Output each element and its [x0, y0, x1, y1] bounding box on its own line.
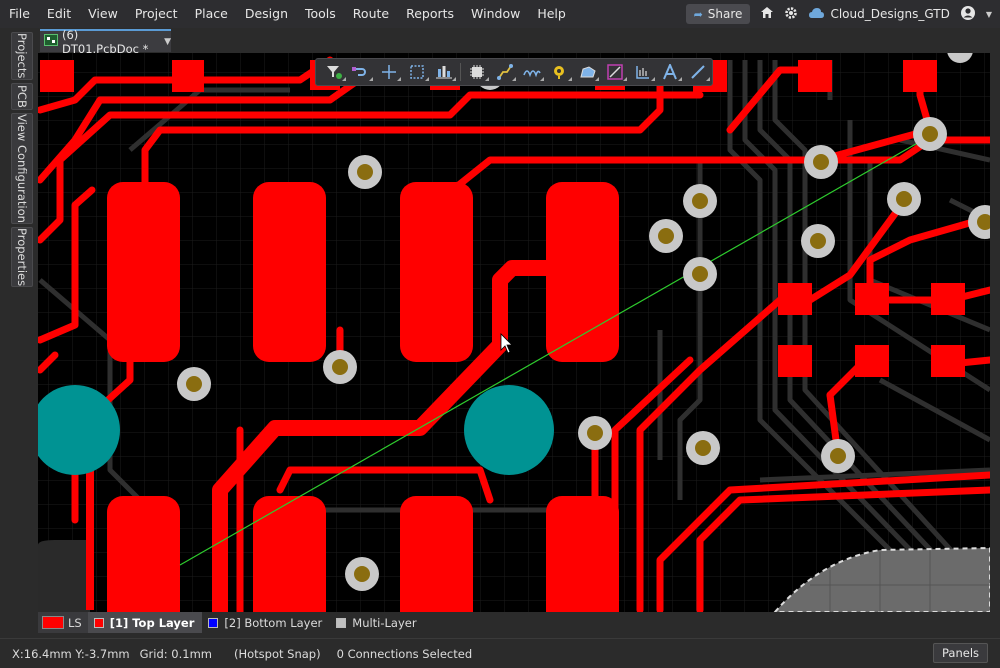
layer-tab-multilayer[interactable]: Multi-Layer [330, 612, 424, 633]
document-tab-strip [38, 28, 1000, 53]
share-button[interactable]: ➦ Share [685, 4, 751, 24]
menu-route[interactable]: Route [344, 0, 397, 28]
menu-help[interactable]: Help [528, 0, 574, 28]
bottom-layer-color-icon [208, 617, 219, 628]
pcb-canvas[interactable] [38, 53, 990, 612]
line-icon[interactable] [684, 60, 712, 84]
menu-edit[interactable]: Edit [38, 0, 79, 28]
polygon-icon[interactable] [574, 60, 602, 84]
mounting-hole [464, 385, 554, 475]
cloud-icon [808, 7, 825, 22]
diff-pair-icon[interactable] [518, 60, 546, 84]
interactive-route-icon[interactable] [348, 60, 376, 84]
workspace-selector[interactable]: Cloud_Designs_GTD [808, 7, 950, 22]
current-layer-swatch [42, 616, 64, 629]
layer-tab-top[interactable]: [1] Top Layer [87, 612, 203, 633]
layer-tab-multilayer-label: Multi-Layer [352, 615, 417, 630]
share-icon: ➦ [693, 7, 703, 21]
workspace-name: Cloud_Designs_GTD [830, 7, 950, 21]
side-tab-properties[interactable]: Properties [11, 227, 33, 287]
status-bar: X:16.4mm Y:-3.7mm Grid: 0.1mm (Hotspot S… [0, 638, 1000, 668]
keepout-icon[interactable] [601, 60, 629, 84]
user-avatar-icon[interactable] [960, 5, 976, 24]
pcb-doc-icon [44, 34, 58, 49]
gear-icon[interactable] [784, 6, 798, 23]
home-icon[interactable] [760, 6, 774, 23]
layer-tabs-bar: LS [1] Top Layer [2] Bottom Layer Multi-… [38, 612, 1000, 633]
layer-set-label: LS [68, 615, 82, 630]
layer-tab-bottom-label: [2] Bottom Layer [224, 615, 323, 630]
topbar-right: ➦ Share Cloud_Designs_GTD ▼ [685, 4, 992, 24]
document-tab-label: (6) DT01.PcbDoc * [62, 27, 149, 56]
layer-set-selector[interactable]: LS [38, 612, 88, 633]
string-text-icon[interactable] [657, 60, 685, 84]
align-icon[interactable] [431, 60, 459, 84]
toolbar-separator [460, 63, 462, 81]
panels-button[interactable]: Panels [932, 643, 988, 663]
status-connections: 0 Connections Selected [336, 646, 473, 661]
layer-tab-bottom[interactable]: [2] Bottom Layer [202, 612, 330, 633]
menu-place[interactable]: Place [186, 0, 236, 28]
multilayer-color-icon [336, 617, 347, 628]
side-panel-rail: Projects PCB View Configuration Properti… [0, 28, 38, 638]
status-grid: Grid: 0.1mm [139, 646, 212, 661]
user-dropdown-icon[interactable]: ▼ [986, 10, 992, 19]
menu-project[interactable]: Project [126, 0, 186, 28]
menu-file[interactable]: File [0, 0, 38, 28]
route-multiple-icon[interactable] [491, 60, 519, 84]
menu-reports[interactable]: Reports [397, 0, 462, 28]
document-tab[interactable]: (6) DT01.PcbDoc * ▼ [40, 28, 171, 56]
pcb-drawing [38, 53, 990, 612]
dimension-icon[interactable] [629, 60, 657, 84]
menu-design[interactable]: Design [236, 0, 296, 28]
status-coordinates: X:16.4mm Y:-3.7mm [12, 646, 130, 661]
side-tab-view-configuration[interactable]: View Configuration [11, 113, 33, 224]
top-layer-color-icon [93, 617, 104, 628]
select-rect-icon[interactable] [403, 60, 431, 84]
filter-icon[interactable] [320, 60, 348, 84]
status-snap: (Hotspot Snap) [234, 646, 321, 661]
side-tab-pcb[interactable]: PCB [11, 83, 33, 110]
active-bar-toolbar [315, 58, 713, 86]
menu-tools[interactable]: Tools [296, 0, 344, 28]
side-tab-projects[interactable]: Projects [11, 32, 33, 80]
tab-dropdown-icon[interactable]: ▼ [164, 37, 171, 47]
crosshair-icon[interactable] [375, 60, 403, 84]
menu-view[interactable]: View [79, 0, 126, 28]
pad-via-icon[interactable] [546, 60, 574, 84]
layer-tab-top-label: [1] Top Layer [109, 615, 195, 630]
share-label: Share [707, 7, 743, 21]
component-icon[interactable] [463, 60, 491, 84]
menu-bar: File Edit View Project Place Design Tool… [0, 0, 1000, 28]
menu-window[interactable]: Window [462, 0, 528, 28]
